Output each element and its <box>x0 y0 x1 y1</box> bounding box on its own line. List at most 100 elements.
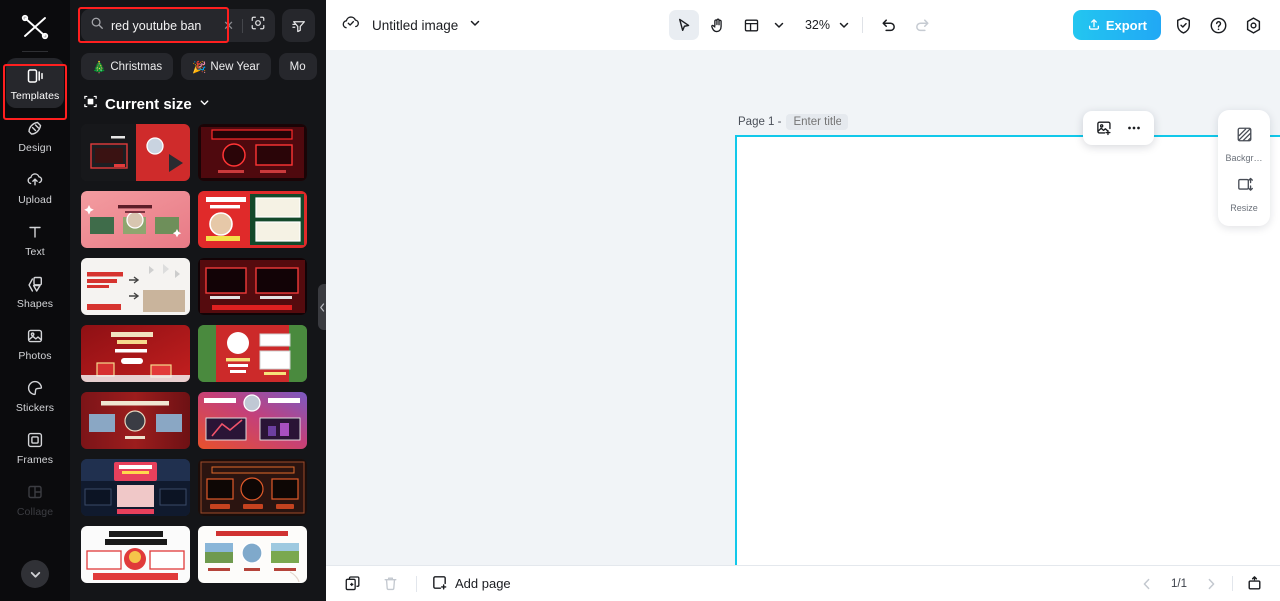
nav-divider <box>1232 576 1233 591</box>
toolbar-divider <box>862 17 864 33</box>
cloud-saved-icon[interactable] <box>340 12 361 38</box>
settings-gear-icon[interactable] <box>1240 12 1266 38</box>
template-card[interactable] <box>198 258 307 315</box>
layout-tool-button[interactable] <box>737 10 767 40</box>
sidebar-label-collage: Collage <box>16 506 54 518</box>
template-card[interactable] <box>198 459 307 516</box>
template-card[interactable] <box>198 526 307 583</box>
template-card[interactable] <box>81 526 190 583</box>
background-tool[interactable]: Backgr… <box>1218 119 1270 169</box>
sidebar-item-stickers[interactable]: Stickers <box>6 370 64 420</box>
export-button[interactable]: Export <box>1072 10 1161 40</box>
template-card[interactable] <box>198 392 307 449</box>
resize-tool[interactable]: Resize <box>1218 169 1270 219</box>
search-row: red youtube ban ✕ <box>70 0 326 42</box>
party-popper-icon: 🎉 <box>192 61 207 74</box>
resize-label: Resize <box>1230 203 1258 213</box>
top-toolbar: Untitled image 32% Export <box>326 0 1280 50</box>
delete-page-icon[interactable] <box>378 572 402 596</box>
present-icon[interactable] <box>1242 572 1266 596</box>
zoom-level[interactable]: 32% <box>803 18 832 32</box>
template-card[interactable] <box>198 191 307 248</box>
duplicate-page-icon[interactable] <box>340 572 364 596</box>
more-horizontal-icon[interactable] <box>1120 115 1147 141</box>
next-page-button[interactable] <box>1199 572 1223 596</box>
hand-tool-button[interactable] <box>703 10 733 40</box>
template-card[interactable] <box>81 325 190 382</box>
left-rail: Templates Design Upload Text Shapes Phot… <box>0 0 70 601</box>
filter-chips: 🎄 Christmas 🎉 New Year Mo <box>70 42 326 80</box>
layout-chevron-down-icon[interactable] <box>771 10 787 40</box>
search-input-wrap[interactable]: red youtube ban ✕ <box>81 9 275 42</box>
page-label: Page 1 - <box>738 116 782 128</box>
chip-label: New Year <box>210 60 260 73</box>
filter-button[interactable] <box>282 9 315 42</box>
text-icon <box>25 221 45 243</box>
templates-panel: red youtube ban ✕ 🎄 Christmas 🎉 New Year… <box>70 0 326 601</box>
template-card[interactable] <box>81 258 190 315</box>
document-title[interactable]: Untitled image <box>372 18 458 33</box>
add-page-button[interactable]: Add page <box>431 574 511 594</box>
shield-check-icon[interactable] <box>1170 12 1196 38</box>
sidebar-item-collage[interactable]: Collage <box>6 474 64 524</box>
sidebar-item-text[interactable]: Text <box>6 214 64 264</box>
page-indicator: 1/1 <box>1171 577 1187 590</box>
sidebar-item-frames[interactable]: Frames <box>6 422 64 472</box>
resize-icon <box>1235 175 1254 199</box>
add-image-icon[interactable] <box>1090 115 1117 141</box>
page-canvas[interactable] <box>735 135 1280 565</box>
capcut-editor: Templates Design Upload Text Shapes Phot… <box>0 0 1280 601</box>
export-label: Export <box>1105 17 1147 33</box>
photos-icon <box>25 325 45 347</box>
zoom-chevron-down-icon[interactable] <box>836 10 852 40</box>
template-card[interactable] <box>81 124 190 181</box>
sidebar-item-templates[interactable]: Templates <box>6 58 64 108</box>
canvas-stage[interactable]: Page 1 - Enter title Backgr… Resize <box>326 50 1280 565</box>
sidebar-label-photos: Photos <box>18 350 52 362</box>
sidebar-label-upload: Upload <box>18 194 52 206</box>
bottom-divider <box>416 575 417 592</box>
chip-more[interactable]: Mo <box>278 53 317 80</box>
add-page-label: Add page <box>455 576 511 591</box>
christmas-tree-icon: 🎄 <box>92 61 107 74</box>
export-upload-icon <box>1087 17 1101 34</box>
sidebar-label-stickers: Stickers <box>15 402 55 414</box>
sidebar-label-templates: Templates <box>10 90 60 102</box>
rail-expand-more-button[interactable] <box>21 560 49 588</box>
panel-collapse-handle[interactable] <box>318 284 326 330</box>
frames-icon <box>25 429 45 451</box>
sidebar-item-design[interactable]: Design <box>6 110 64 160</box>
clear-search-icon[interactable]: ✕ <box>222 18 235 34</box>
page-label-row: Page 1 - <box>738 114 849 130</box>
current-size-selector[interactable]: Current size <box>70 80 326 124</box>
prev-page-button[interactable] <box>1135 572 1159 596</box>
chevron-down-icon <box>199 95 210 113</box>
collage-icon <box>25 481 45 503</box>
capcut-logo-icon[interactable] <box>18 12 52 42</box>
document-title-chevron-down-icon[interactable] <box>469 16 481 34</box>
image-search-icon[interactable] <box>250 15 266 36</box>
template-card[interactable] <box>81 459 190 516</box>
chip-new-year[interactable]: 🎉 New Year <box>181 53 271 80</box>
template-card[interactable] <box>81 392 190 449</box>
search-input[interactable]: red youtube ban <box>111 19 215 33</box>
sidebar-item-shapes[interactable]: Shapes <box>6 266 64 316</box>
background-icon <box>1235 125 1254 149</box>
chip-christmas[interactable]: 🎄 Christmas <box>81 53 174 80</box>
redo-button[interactable] <box>907 10 937 40</box>
background-label: Backgr… <box>1225 153 1263 163</box>
page-title-input[interactable] <box>786 114 849 130</box>
template-card[interactable] <box>198 124 307 181</box>
help-circle-icon[interactable] <box>1205 12 1231 38</box>
current-size-label: Current size <box>105 95 192 113</box>
sidebar-label-shapes: Shapes <box>16 298 54 310</box>
template-card[interactable] <box>198 325 307 382</box>
select-tool-button[interactable] <box>668 10 699 40</box>
undo-button[interactable] <box>873 10 903 40</box>
sidebar-item-upload[interactable]: Upload <box>6 162 64 212</box>
sidebar-label-text: Text <box>25 246 45 258</box>
template-card[interactable] <box>81 191 190 248</box>
toolbar-right: Export <box>1072 10 1266 40</box>
templates-icon <box>25 65 45 87</box>
sidebar-item-photos[interactable]: Photos <box>6 318 64 368</box>
